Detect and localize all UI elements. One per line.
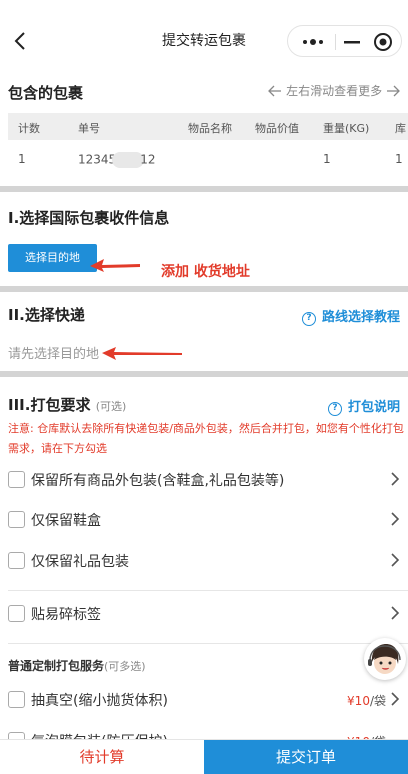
price: ¥10/袋 xyxy=(347,694,386,708)
packing-guide-link[interactable]: ? 打包说明 xyxy=(327,396,400,416)
mini-program-capsule xyxy=(287,25,402,57)
right-arrow-icon xyxy=(387,85,400,96)
column-item-name: 物品名称 xyxy=(188,122,232,135)
avatar-icon xyxy=(365,639,405,679)
select-destination-button[interactable]: 选择目的地 xyxy=(8,244,97,272)
column-item-value: 物品价值 xyxy=(255,122,299,135)
add-address-annotation: 添加 收货地址 xyxy=(161,264,250,280)
column-number: 单号 xyxy=(78,122,100,135)
packing-notice: 注意: 仓库默认去除所有快递包装/商品外包装，然后合并打包，如您有个性化打包需求… xyxy=(8,422,404,455)
chevron-right-icon xyxy=(391,512,400,526)
column-warehouse: 库 xyxy=(395,122,406,135)
more-icon[interactable] xyxy=(301,36,325,48)
section3-title: III.打包要求 (可选) xyxy=(8,396,127,414)
checkbox[interactable] xyxy=(8,605,25,622)
minimize-icon[interactable] xyxy=(340,35,364,49)
capsule-divider xyxy=(335,34,336,50)
section-divider xyxy=(0,371,408,377)
option-divider xyxy=(8,590,408,591)
option-keep-all-packaging[interactable]: 保留所有商品外包装(含鞋盒,礼品包装等) xyxy=(8,468,408,492)
section2-title: II.选择快递 xyxy=(8,306,85,324)
chevron-right-icon xyxy=(391,472,400,486)
chevron-right-icon xyxy=(391,692,400,706)
close-circle-icon[interactable] xyxy=(373,32,393,52)
option-vacuum[interactable]: 抽真空(缩小抛货体积) ¥10/袋 xyxy=(8,688,408,712)
question-icon: ? xyxy=(301,312,316,326)
section1-title: I.选择国际包裹收件信息 xyxy=(8,209,170,227)
courier-placeholder: 请先选择目的地 xyxy=(8,347,100,362)
cell-warehouse: 1 xyxy=(395,152,403,166)
packages-title: 包含的包裹 xyxy=(8,84,84,102)
checkbox[interactable] xyxy=(8,552,25,569)
left-arrow-icon xyxy=(268,85,282,96)
route-tutorial-link[interactable]: ? 路线选择教程 xyxy=(301,306,400,326)
scroll-hint: 左右滑动查看更多 xyxy=(268,82,400,99)
column-count: 计数 xyxy=(18,122,40,135)
cell-number: 12345 12 xyxy=(78,152,156,168)
custom-packing-title: 普通定制打包服务(可多选) xyxy=(8,659,146,673)
checkbox[interactable] xyxy=(8,471,25,488)
option-keep-shoebox[interactable]: 仅保留鞋盒 xyxy=(8,508,408,532)
option-divider xyxy=(8,643,408,644)
nav-bar: 提交转运包裹 xyxy=(0,0,408,78)
cell-count: 1 xyxy=(18,152,26,166)
customer-service-avatar[interactable] xyxy=(364,638,406,680)
checkbox[interactable] xyxy=(8,511,25,528)
option-keep-gift-packaging[interactable]: 仅保留礼品包装 xyxy=(8,549,408,573)
chevron-right-icon xyxy=(391,606,400,620)
package-table-header: 计数 单号 物品名称 物品价值 重量(KG) 库 xyxy=(8,113,408,140)
chevron-right-icon xyxy=(391,553,400,567)
submit-order-button[interactable]: 提交订单 xyxy=(204,740,408,774)
scroll-hint-text: 左右滑动查看更多 xyxy=(286,84,383,98)
option-fragile-label[interactable]: 贴易碎标签 xyxy=(8,602,408,626)
question-icon: ? xyxy=(327,402,342,416)
annotation-arrow-1 xyxy=(90,259,140,272)
section-divider xyxy=(0,186,408,192)
page: 提交转运包裹 包含的包裹 左右滑动查看更多 计数 单号 物品名称 物品价值 重量… xyxy=(0,0,408,774)
annotation-arrow-2 xyxy=(102,347,182,360)
total-pending: 待计算 xyxy=(79,748,125,766)
cell-weight: 1 xyxy=(323,152,331,166)
checkbox[interactable] xyxy=(8,691,25,708)
section-divider xyxy=(0,286,408,292)
bottom-bar: 待计算 提交订单 xyxy=(0,739,408,774)
column-weight: 重量(KG) xyxy=(323,122,370,135)
